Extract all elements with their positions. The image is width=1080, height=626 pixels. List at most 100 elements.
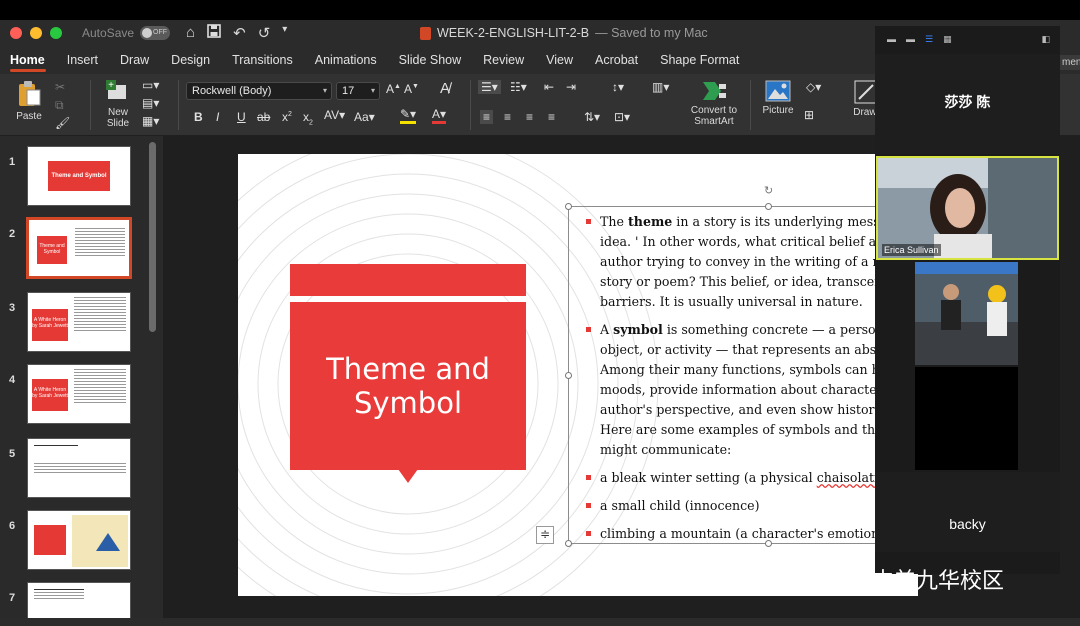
slide-canvas[interactable]: Theme and Symbol ↻ The theme in a story … <box>238 154 918 596</box>
resize-handle[interactable] <box>765 203 772 210</box>
title-accent-bar[interactable] <box>290 264 526 296</box>
redo-icon[interactable]: ↺ <box>258 24 271 42</box>
thumbnail-slide-6[interactable]: 6 <box>0 510 160 576</box>
align-text-icon[interactable]: ⊡▾ <box>614 110 630 124</box>
slide-title[interactable]: Theme and Symbol <box>308 352 508 420</box>
participant-video-off[interactable] <box>915 367 1018 470</box>
thumbnail-slide-1[interactable]: 1 Theme and Symbol <box>0 146 160 212</box>
slide-preview[interactable]: A White Heron by Sarah Jewett <box>27 364 131 424</box>
thumbnail-slide-5[interactable]: 5 <box>0 438 160 504</box>
resize-handle[interactable] <box>565 203 572 210</box>
tab-draw[interactable]: Draw <box>109 46 160 74</box>
thumbnail-slide-3[interactable]: 3 A White Heron by Sarah Jewett <box>0 292 160 358</box>
slide-preview-selected[interactable]: Theme and Symbol <box>26 217 132 279</box>
customize-toolbar-icon[interactable]: ▾ <box>282 24 287 42</box>
decrease-indent-icon[interactable]: ⇤ <box>544 80 554 94</box>
thumbnail-slide-4[interactable]: 4 A White Heron by Sarah Jewett <box>0 364 160 430</box>
home-icon[interactable]: ⌂ <box>186 24 195 42</box>
bullet-example-child: a small child (innocence) <box>586 496 916 516</box>
new-slide-button[interactable]: + New Slide <box>98 80 138 129</box>
top-strip <box>0 0 1080 20</box>
tab-transitions[interactable]: Transitions <box>221 46 304 74</box>
font-color-icon[interactable]: A▾ <box>432 108 447 124</box>
tab-view[interactable]: View <box>535 46 584 74</box>
participant-tile[interactable]: backy <box>875 472 1060 552</box>
slide-preview[interactable]: Theme and Symbol <box>27 146 131 206</box>
tab-review[interactable]: Review <box>472 46 535 74</box>
save-icon[interactable] <box>207 24 221 42</box>
font-name-select[interactable]: Rockwell (Body) ▾ <box>186 82 332 100</box>
text-direction-icon[interactable]: ⇅▾ <box>584 110 600 124</box>
list-view-icon[interactable]: ☰ <box>925 34 933 45</box>
shapes-icon[interactable]: ◇▾ <box>806 80 821 94</box>
columns-icon[interactable]: ▥▾ <box>652 80 669 94</box>
title-callout-shape[interactable]: Theme and Symbol <box>290 302 526 470</box>
format-painter-icon[interactable]: 🖌 <box>55 116 70 130</box>
grid-view-icon[interactable]: ▦ <box>943 34 952 45</box>
cut-icon[interactable]: ✂ <box>55 80 65 94</box>
layout-icon[interactable]: ▭▾ <box>142 78 159 92</box>
section-icon[interactable]: ▦▾ <box>142 114 159 128</box>
clear-formatting-icon[interactable]: A̸ <box>440 80 450 97</box>
undo-icon[interactable]: ↶ <box>233 24 246 42</box>
thumbnails-scrollbar[interactable] <box>149 142 156 332</box>
italic-icon[interactable]: I <box>216 110 219 124</box>
resize-handle[interactable] <box>565 540 572 547</box>
tab-shape-format[interactable]: Shape Format <box>649 46 750 74</box>
align-left-icon[interactable]: ≡ <box>480 110 494 124</box>
convert-to-smartart-button[interactable]: Convert to SmartArt <box>686 80 742 127</box>
close-window-button[interactable] <box>10 27 22 39</box>
slide-preview[interactable] <box>27 510 131 570</box>
decrease-font-icon[interactable]: A▼ <box>404 82 419 96</box>
numbering-icon[interactable]: ☷▾ <box>510 80 527 94</box>
change-case-icon[interactable]: Aa▾ <box>354 110 375 124</box>
superscript-icon[interactable]: x2 <box>282 110 292 124</box>
align-right-icon[interactable]: ≡ <box>526 110 533 124</box>
increase-indent-icon[interactable]: ⇥ <box>566 80 576 94</box>
minimize-panel-icon[interactable]: ▬ <box>887 34 896 44</box>
fullscreen-window-button[interactable] <box>50 27 62 39</box>
bullets-icon[interactable]: ☰▾ <box>478 80 501 94</box>
participant-tile[interactable]: 莎莎 陈 <box>875 54 1060 154</box>
subscript-icon[interactable]: x2 <box>303 110 313 126</box>
character-spacing-icon[interactable]: AV▾ <box>324 108 345 122</box>
increase-font-icon[interactable]: A▲ <box>386 82 401 96</box>
text-box-icon[interactable]: ⊞ <box>804 108 814 122</box>
comments-button-partial[interactable]: ments <box>1060 55 1080 70</box>
tab-home[interactable]: Home <box>10 46 56 74</box>
tab-design[interactable]: Design <box>160 46 221 74</box>
slide-preview[interactable] <box>27 438 131 498</box>
resize-handle[interactable] <box>565 372 572 379</box>
content-text[interactable]: The theme in a story is its underlying m… <box>586 212 916 552</box>
strikethrough-icon[interactable]: ab <box>257 110 270 124</box>
restore-panel-icon[interactable]: ▬ <box>906 34 915 44</box>
copy-icon[interactable]: ⧉ <box>55 98 64 113</box>
rotate-handle-icon[interactable]: ↻ <box>764 184 773 197</box>
slide-preview-shape <box>96 533 120 551</box>
autofit-options-icon[interactable]: ≑ <box>536 526 554 544</box>
autosave-control[interactable]: AutoSave OFF <box>82 26 171 40</box>
participant-video-active[interactable]: Erica Sullivan <box>876 156 1059 260</box>
line-spacing-icon[interactable]: ↕▾ <box>612 80 624 94</box>
font-size-select[interactable]: 17 ▾ <box>336 82 380 100</box>
expand-panel-icon[interactable]: ◧ <box>1041 34 1050 45</box>
participant-video[interactable] <box>915 262 1018 365</box>
slide-thumbnails-pane[interactable]: 1 Theme and Symbol 2 Theme and Symbol 3 … <box>0 136 163 626</box>
justify-icon[interactable]: ≡ <box>548 110 555 124</box>
align-center-icon[interactable]: ≡ <box>504 110 511 124</box>
bold-icon[interactable]: B <box>194 110 203 124</box>
tab-slide-show[interactable]: Slide Show <box>388 46 473 74</box>
tab-animations[interactable]: Animations <box>304 46 388 74</box>
reset-icon[interactable]: ▤▾ <box>142 96 159 110</box>
minimize-window-button[interactable] <box>30 27 42 39</box>
slide-preview[interactable]: A White Heron by Sarah Jewett <box>27 292 131 352</box>
paste-button[interactable]: Paste <box>8 80 50 122</box>
tab-insert[interactable]: Insert <box>56 46 109 74</box>
picture-button[interactable]: Picture <box>756 80 800 116</box>
tab-acrobat[interactable]: Acrobat <box>584 46 649 74</box>
highlight-icon[interactable]: ✎▾ <box>400 108 417 124</box>
slide-number: 6 <box>9 520 16 532</box>
underline-icon[interactable]: U <box>237 110 246 124</box>
thumbnail-slide-2[interactable]: 2 Theme and Symbol <box>0 217 160 284</box>
autosave-toggle[interactable]: OFF <box>140 26 171 40</box>
